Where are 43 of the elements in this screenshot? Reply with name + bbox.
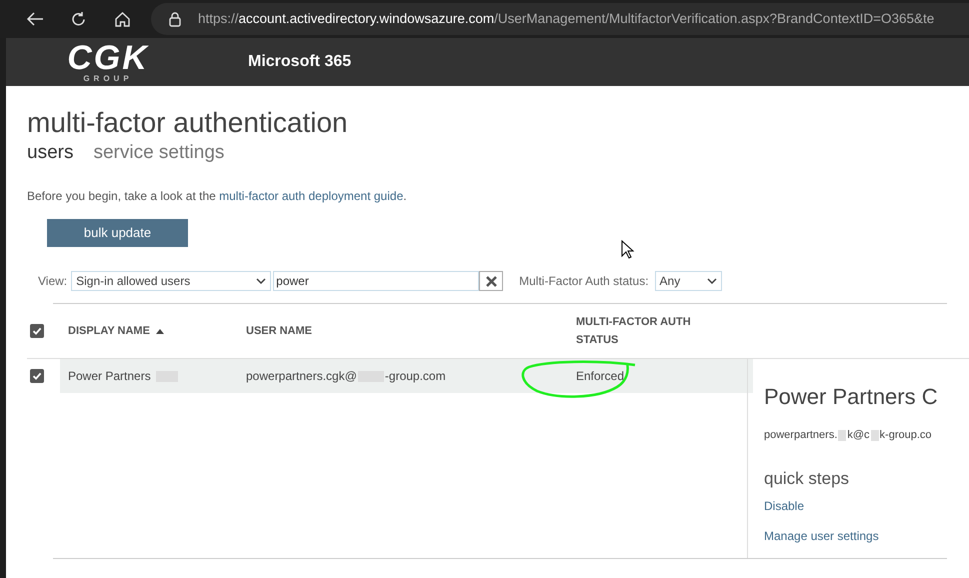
table-cell-text: Power Partners [68, 368, 151, 385]
table-row[interactable]: Power Partners powerpartners.cgk@ -group.com Enforced [60, 359, 753, 393]
redacted-blur [838, 430, 846, 441]
page-title: multi-factor authentication [27, 106, 349, 140]
chevron-icon [706, 278, 717, 284]
status-filter-label: Multi-Factor Auth status: [519, 273, 649, 290]
refresh-icon[interactable] [70, 10, 87, 28]
bulk-update-button[interactable]: bulk update [47, 219, 188, 247]
column-header[interactable]: USER NAME [246, 322, 312, 340]
table-cell: Enforced [576, 369, 624, 383]
user-email: k-group.co [880, 428, 932, 443]
quick-step-link[interactable]: Disable [764, 497, 804, 515]
product-name[interactable]: Microsoft 365 [248, 50, 352, 74]
close-icon [486, 276, 497, 286]
view-dropdown[interactable]: Sign-in allowed users [71, 271, 272, 291]
chevron-icon [256, 278, 266, 284]
deployment-guide-link[interactable]: multi-factor auth deployment guide [219, 189, 404, 203]
table-cell-text: -group.com [384, 368, 446, 385]
view-label: View: [38, 273, 68, 290]
clear-search-button[interactable] [479, 271, 504, 291]
column-header[interactable]: DISPLAY NAME [68, 322, 150, 340]
status-dropdown[interactable]: Any [654, 271, 722, 291]
quick-step-link[interactable]: Manage user settings [764, 527, 879, 545]
intro-text: Before you begin, take a look at the multi-factor auth deployment guide. [27, 188, 408, 205]
checkbox[interactable] [30, 324, 44, 338]
back-icon[interactable] [26, 11, 44, 27]
tab[interactable]: service settings [93, 141, 224, 165]
home-icon[interactable] [114, 10, 131, 28]
mouse-cursor-icon [621, 240, 635, 260]
search-field[interactable]: power [273, 271, 480, 291]
checkbox[interactable] [30, 369, 44, 383]
quick-steps-heading: quick steps [764, 468, 850, 490]
column-header[interactable]: MULTI-FACTOR AUTH STATUS [576, 313, 726, 349]
user-email: k@c [847, 428, 870, 443]
url-text: https://account.activedirectory.windowsazure.com/UserManagement/MultifactorVerification.aspx?BrandContextID=O365&te [198, 10, 934, 28]
user-email: powerpartners. [764, 428, 838, 443]
table-cell-text: powerpartners.cgk@ [246, 368, 357, 385]
detail-title: Power Partners C [764, 383, 939, 411]
address-bar[interactable]: https://account.activedirectory.windowsazure.com/UserManagement/MultifactorVerification.aspx?BrandContextID=O365&te [151, 3, 969, 35]
company-logo[interactable]: CGK GROUP [28, 41, 188, 83]
tab[interactable]: users [27, 141, 74, 165]
redacted-blur [870, 430, 879, 441]
lock-icon [169, 12, 181, 26]
